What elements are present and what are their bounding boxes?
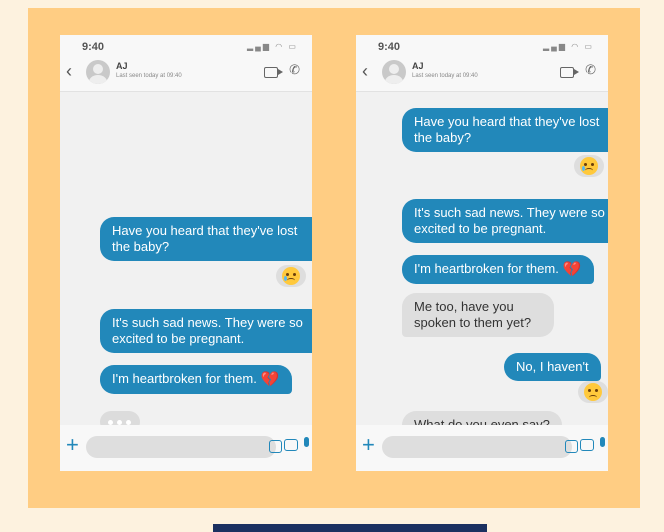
phone-icon[interactable]: ✆ [289,63,300,77]
message-text: I'm heartbroken for them. [414,261,559,276]
chat-header: ‹ AJ Last seen today at 09:40 ✆ [60,55,312,92]
bottom-banner [213,524,487,532]
crying-face-emoji [580,157,598,175]
sticker-icon[interactable] [565,440,578,453]
microphone-icon[interactable] [600,437,605,447]
chevron-left-icon[interactable]: ‹ [362,62,368,80]
message-input-bar: + [356,425,608,471]
plus-icon[interactable]: + [66,433,79,457]
status-bar: 9:40 ▂▄▆ ◠ ▭ [60,35,312,55]
broken-heart-emoji: 💔 [260,371,280,388]
plus-icon[interactable]: + [362,433,375,457]
camera-icon[interactable] [284,439,298,451]
crying-face-emoji [282,267,300,285]
message-bubble-sent[interactable]: It's such sad news. They were so excited… [402,199,608,243]
status-time: 9:40 [378,41,401,53]
message-bubble-received[interactable]: Me too, have you spoken to them yet? [402,293,554,337]
message-input[interactable] [86,436,276,458]
infographic-card: 9:40 ▂▄▆ ◠ ▭ ‹ AJ Last seen today at 09:… [28,8,640,508]
video-call-icon[interactable] [264,67,283,78]
chat-header: ‹ AJ Last seen today at 09:40 ✆ [356,55,608,92]
status-bar: 9:40 ▂▄▆ ◠ ▭ [356,35,608,55]
phone-icon[interactable]: ✆ [585,63,596,77]
message-input[interactable] [382,436,572,458]
avatar-icon[interactable] [86,60,110,84]
status-time: 9:40 [82,41,105,53]
signal-wifi-battery-icon: ▂▄▆ ◠ ▭ [543,42,594,51]
message-bubble-sent[interactable]: It's such sad news. They were so excited… [100,309,312,353]
signal-wifi-battery-icon: ▂▄▆ ◠ ▭ [247,42,298,51]
reaction-bubble[interactable] [578,381,608,403]
phone-screen-right: 9:40 ▂▄▆ ◠ ▭ ‹ AJ Last seen today at 09:… [356,35,608,471]
microphone-icon[interactable] [304,437,309,447]
video-call-icon[interactable] [560,67,579,78]
message-bubble-sent[interactable]: I'm heartbroken for them. 💔 [100,365,292,394]
message-input-bar: + [60,425,312,471]
message-bubble-sent[interactable]: Have you heard that they've lost the bab… [402,108,608,152]
contact-name: AJ [412,61,424,71]
frowning-face-emoji [584,383,602,401]
contact-name: AJ [116,61,128,71]
last-seen: Last seen today at 09:40 [116,73,182,79]
last-seen: Last seen today at 09:40 [412,73,478,79]
broken-heart-emoji: 💔 [562,261,582,278]
phone-screen-left: 9:40 ▂▄▆ ◠ ▭ ‹ AJ Last seen today at 09:… [60,35,312,471]
reaction-bubble[interactable] [574,155,604,177]
avatar-icon[interactable] [382,60,406,84]
camera-icon[interactable] [580,439,594,451]
chevron-left-icon[interactable]: ‹ [66,62,72,80]
message-bubble-sent[interactable]: I'm heartbroken for them. 💔 [402,255,594,284]
message-bubble-sent[interactable]: Have you heard that they've lost the bab… [100,217,312,261]
message-text: I'm heartbroken for them. [112,371,257,386]
reaction-bubble[interactable] [276,265,306,287]
sticker-icon[interactable] [269,440,282,453]
message-bubble-sent[interactable]: No, I haven't [504,353,601,381]
